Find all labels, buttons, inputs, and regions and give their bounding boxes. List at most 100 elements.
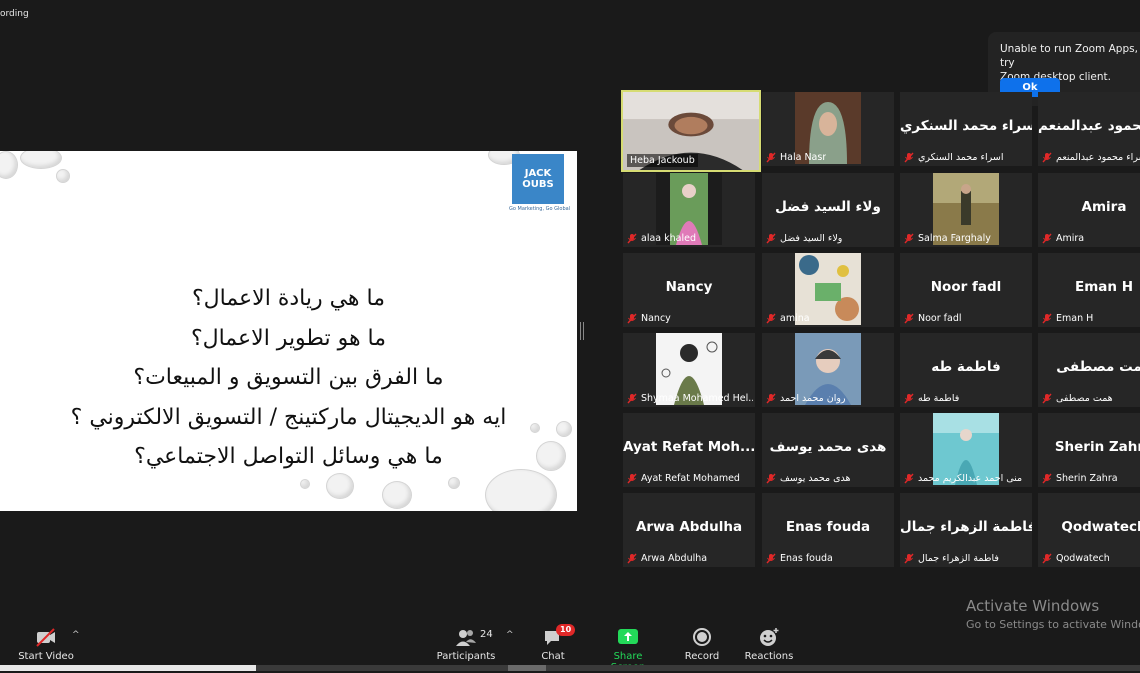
participant-tile[interactable]: اسراء محمد السنكري اسراء محمد السنكري bbox=[900, 92, 1032, 166]
participant-name-text: اسراء محمد السنكري bbox=[918, 152, 1004, 163]
participant-tile[interactable]: Heba Jackoub bbox=[621, 90, 761, 172]
participant-tile[interactable]: Noor fadl Noor fadl bbox=[900, 253, 1032, 327]
mic-muted-icon bbox=[1042, 313, 1052, 324]
mic-muted-icon bbox=[766, 152, 776, 163]
share-screen-icon bbox=[618, 629, 638, 644]
participant-tile[interactable]: Hala Nasr bbox=[762, 92, 894, 166]
mic-muted-icon bbox=[627, 553, 637, 564]
recording-indicator: ording bbox=[0, 9, 29, 19]
participant-name-text: منى احمد عبدالكريم محمد bbox=[918, 473, 1023, 484]
participant-name-label: همت مصطفى bbox=[1042, 393, 1113, 404]
participant-tile[interactable]: روان محمد احمد bbox=[762, 333, 894, 407]
reactions-icon bbox=[760, 628, 779, 646]
participant-tile[interactable]: Shymaa Mohamed Hel... bbox=[623, 333, 755, 407]
chat-label: Chat bbox=[541, 651, 565, 662]
participant-tile[interactable]: ولاء السيد فضل ولاء السيد فضل bbox=[762, 173, 894, 247]
participant-display-name: Sherin Zahra bbox=[1054, 439, 1140, 455]
participant-name-label: Nancy bbox=[627, 313, 671, 324]
participant-tile[interactable]: Qodwatech Qodwatech bbox=[1038, 493, 1140, 567]
participant-display-name: Ayat Refat Moh... bbox=[623, 439, 755, 455]
participant-tile[interactable]: amina bbox=[762, 253, 894, 327]
participant-display-name: Eman H bbox=[1074, 279, 1133, 295]
participant-tile[interactable]: Amira Amira bbox=[1038, 173, 1140, 247]
participant-tile[interactable]: Sherin Zahra Sherin Zahra bbox=[1038, 413, 1140, 487]
participant-name-text: Shymaa Mohamed Hel... bbox=[641, 393, 753, 404]
mic-muted-icon bbox=[904, 152, 914, 163]
view-splitter-handle[interactable] bbox=[580, 322, 584, 340]
participant-name-text: Heba Jackoub bbox=[630, 155, 695, 166]
participant-display-name: اسراء محمود عبدالمنعم bbox=[1038, 118, 1140, 134]
participant-name-label: منى احمد عبدالكريم محمد bbox=[904, 473, 1022, 484]
participant-name-text: هدى محمد يوسف bbox=[780, 473, 851, 484]
participant-name-label: فاطمة طه bbox=[904, 393, 959, 404]
water-drop bbox=[300, 479, 310, 489]
participants-options-caret[interactable]: ^ bbox=[506, 630, 514, 640]
mic-muted-icon bbox=[766, 233, 776, 244]
start-video-button[interactable]: Start Video bbox=[18, 626, 74, 662]
mic-muted-icon bbox=[766, 473, 776, 484]
record-label: Record bbox=[684, 651, 720, 662]
mic-muted-icon bbox=[627, 313, 637, 324]
participant-tile[interactable]: هدى محمد يوسف هدى محمد يوسف bbox=[762, 413, 894, 487]
participant-name-label: Sherin Zahra bbox=[1042, 473, 1118, 484]
start-video-label: Start Video bbox=[18, 651, 74, 662]
mic-muted-icon bbox=[766, 553, 776, 564]
participant-name-label: alaa khaled bbox=[627, 233, 696, 244]
participant-display-name: همت مصطفى bbox=[1056, 359, 1140, 375]
participant-tile[interactable]: همت مصطفى همت مصطفى bbox=[1038, 333, 1140, 407]
video-off-icon bbox=[36, 628, 55, 647]
participants-label: Participants bbox=[436, 651, 496, 662]
participant-tile[interactable]: Arwa Abdulha Arwa Abdulha bbox=[623, 493, 755, 567]
slide-questions: ما هي ريادة الاعمال؟ ما هو تطوير الاعمال… bbox=[0, 279, 577, 477]
participant-name-label: Ayat Refat Mohamed bbox=[627, 473, 740, 484]
participant-tile[interactable]: Nancy Nancy bbox=[623, 253, 755, 327]
participant-tile[interactable]: Salma Farghaly bbox=[900, 173, 1032, 247]
participant-display-name: فاطمة طه bbox=[931, 359, 1001, 375]
participant-name-text: Enas fouda bbox=[780, 553, 833, 564]
shared-slide: JACK OUBS Go Marketing, Go Global ما هي … bbox=[0, 151, 577, 511]
participant-tile[interactable]: منى احمد عبدالكريم محمد bbox=[900, 413, 1032, 487]
participant-tile[interactable]: Ayat Refat Moh... Ayat Refat Mohamed bbox=[623, 413, 755, 487]
participant-name-text: Amira bbox=[1056, 233, 1085, 244]
question-line: ما هي ريادة الاعمال؟ bbox=[191, 286, 386, 311]
participant-tile[interactable]: فاطمة طه فاطمة طه bbox=[900, 333, 1032, 407]
participant-name-text: Eman H bbox=[1056, 313, 1094, 324]
record-button[interactable]: Record bbox=[680, 626, 724, 662]
participant-tile[interactable]: alaa khaled bbox=[623, 173, 755, 247]
mic-muted-icon bbox=[627, 473, 637, 484]
logo-tagline: Go Marketing, Go Global bbox=[509, 206, 571, 212]
record-icon bbox=[693, 628, 711, 646]
participant-display-name: Nancy bbox=[665, 279, 713, 295]
water-drop bbox=[326, 473, 354, 499]
bottom-scrollbar[interactable] bbox=[0, 665, 1140, 671]
participant-display-name: Amira bbox=[1081, 199, 1127, 215]
participant-name-label: Eman H bbox=[1042, 313, 1093, 324]
participant-name-label: Shymaa Mohamed Hel... bbox=[627, 393, 753, 404]
participant-display-name: Noor fadl bbox=[930, 279, 1002, 295]
participant-name-text: اسراء محمود عبدالمنعم bbox=[1056, 152, 1140, 163]
participant-display-name: اسراء محمد السنكري bbox=[900, 118, 1032, 134]
reactions-button[interactable]: Reactions bbox=[744, 626, 794, 662]
participant-name-label: هدى محمد يوسف bbox=[766, 473, 851, 484]
water-drop bbox=[56, 169, 70, 183]
participants-count: 24 bbox=[480, 629, 493, 640]
participant-name-label: اسراء محمود عبدالمنعم bbox=[1042, 152, 1140, 163]
participant-tile[interactable]: اسراء محمود عبدالمنعم اسراء محمود عبدالمن… bbox=[1038, 92, 1140, 166]
participant-name-text: Salma Farghaly bbox=[918, 233, 991, 244]
mic-muted-icon bbox=[627, 393, 637, 404]
water-drop bbox=[20, 151, 62, 169]
participant-tile[interactable]: Eman H Eman H bbox=[1038, 253, 1140, 327]
mic-muted-icon bbox=[1042, 233, 1052, 244]
question-line: ايه هو الديجيتال ماركتينج / التسويق الال… bbox=[70, 404, 507, 430]
mic-muted-icon bbox=[627, 233, 637, 244]
participant-name-label: Hala Nasr bbox=[766, 152, 826, 163]
mic-muted-icon bbox=[1042, 393, 1052, 404]
participant-name-text: Noor fadl bbox=[918, 313, 962, 324]
participant-name-label: Enas fouda bbox=[766, 553, 833, 564]
question-line: ما الفرق بين التسويق و المبيعات؟ bbox=[133, 365, 444, 390]
participant-tile[interactable]: فاطمة الزهراء جمال فاطمة الزهراء جمال bbox=[900, 493, 1032, 567]
mic-muted-icon bbox=[1042, 473, 1052, 484]
participant-tile[interactable]: Enas fouda Enas fouda bbox=[762, 493, 894, 567]
participant-name-label: Salma Farghaly bbox=[904, 233, 991, 244]
video-options-caret[interactable]: ^ bbox=[72, 630, 80, 640]
